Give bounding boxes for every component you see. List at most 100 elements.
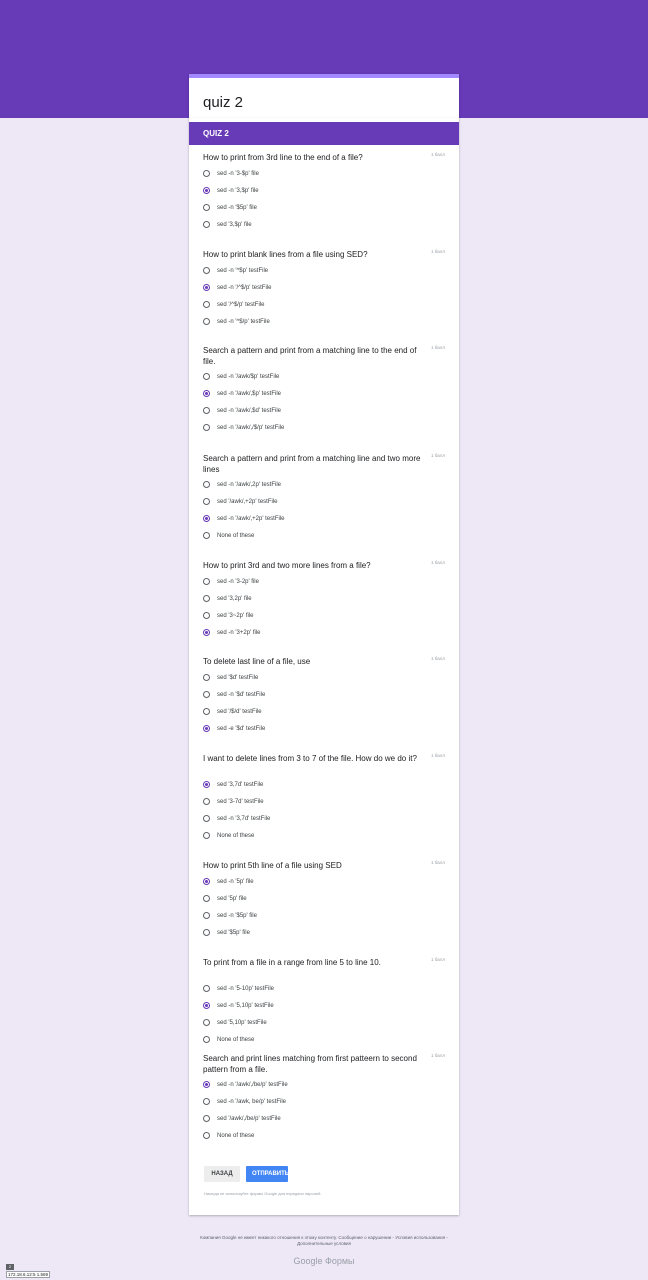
radio-checked-icon[interactable] [203,390,210,397]
answer-option[interactable]: sed -n '/awk/,$p' testFile [203,389,443,401]
question-points: 1 балл [431,753,445,758]
radio-unchecked-icon[interactable] [203,832,210,839]
option-label: sed -n '/awk/,2p' testFile [217,482,281,488]
answer-option[interactable]: None of these [203,831,443,843]
question-title: How to print from 3rd line to the end of… [203,153,363,162]
radio-unchecked-icon[interactable] [203,498,210,505]
radio-unchecked-icon[interactable] [203,1098,210,1105]
option-label: sed -n '/^$/p' testFile [217,285,272,291]
answer-option[interactable]: sed -n '/awk/,/be/p' testFile [203,1080,443,1092]
answer-option[interactable]: sed '$5p' file [203,928,443,940]
answer-option[interactable]: sed -n '/awk/,+2p' testFile [203,514,443,526]
password-warning: Никогда не используйте формы Google для … [204,1191,322,1196]
answer-option[interactable]: None of these [203,1131,443,1143]
option-label: sed '5,10p' testFile [217,1020,267,1026]
radio-unchecked-icon[interactable] [203,1115,210,1122]
radio-unchecked-icon[interactable] [203,674,210,681]
answer-option[interactable]: sed -n '$5p' file [203,203,443,215]
answer-option[interactable]: sed '3~2p' file [203,611,443,623]
radio-unchecked-icon[interactable] [203,204,210,211]
radio-checked-icon[interactable] [203,1002,210,1009]
answer-option[interactable]: None of these [203,531,443,543]
additional-terms-link[interactable]: Дополнительные условия [297,1241,351,1246]
answer-option[interactable]: sed -n '3+2p' file [203,628,443,640]
corner-badge: 2 [6,1264,14,1270]
radio-unchecked-icon[interactable] [203,532,210,539]
answer-option[interactable]: sed -n '5,10p' testFile [203,1001,443,1013]
question-points: 1 балл [431,656,445,661]
radio-unchecked-icon[interactable] [203,481,210,488]
back-button[interactable]: НАЗАД [204,1166,240,1182]
radio-unchecked-icon[interactable] [203,578,210,585]
radio-unchecked-icon[interactable] [203,1036,210,1043]
radio-checked-icon[interactable] [203,1081,210,1088]
question-title: Search a pattern and print from a matchi… [203,454,421,474]
radio-unchecked-icon[interactable] [203,815,210,822]
radio-unchecked-icon[interactable] [203,407,210,414]
radio-unchecked-icon[interactable] [203,221,210,228]
answer-option[interactable]: sed -e '$d' testFile [203,724,443,736]
answer-option[interactable]: sed '/awk/,+2p' testFile [203,497,443,509]
answer-option[interactable]: sed -n '/awk/$p' testFile [203,372,443,384]
answer-option[interactable]: sed -n '/awk/,$d' testFile [203,406,443,418]
radio-checked-icon[interactable] [203,781,210,788]
option-label: None of these [217,1133,255,1139]
option-label: sed -n '^$/p' testFile [217,319,270,325]
radio-unchecked-icon[interactable] [203,267,210,274]
radio-unchecked-icon[interactable] [203,798,210,805]
answer-option[interactable]: sed -n '3-2p' file [203,577,443,589]
answer-option[interactable]: sed '3,2p' file [203,594,443,606]
answer-option[interactable]: sed -n '3,7d' testFile [203,814,443,826]
answer-option[interactable]: sed -n '/awk/,2p' testFile [203,480,443,492]
radio-unchecked-icon[interactable] [203,301,210,308]
radio-unchecked-icon[interactable] [203,424,210,431]
radio-checked-icon[interactable] [203,515,210,522]
question-points: 1 балл [431,345,445,350]
answer-option[interactable]: sed '3,7d' testFile [203,780,443,792]
radio-checked-icon[interactable] [203,187,210,194]
radio-unchecked-icon[interactable] [203,985,210,992]
radio-unchecked-icon[interactable] [203,912,210,919]
radio-unchecked-icon[interactable] [203,373,210,380]
answer-option[interactable]: sed '3-7d' testFile [203,797,443,809]
option-label: sed '5p' file [217,896,247,902]
answer-option[interactable]: sed -n '/^$/p' testFile [203,283,443,295]
answer-option[interactable]: sed '/^$/p' testFile [203,300,443,312]
answer-option[interactable]: sed '5,10p' testFile [203,1018,443,1030]
radio-unchecked-icon[interactable] [203,1019,210,1026]
answer-option[interactable]: sed -n '$5p' file [203,911,443,923]
radio-checked-icon[interactable] [203,629,210,636]
answer-option[interactable]: sed -n '3-$p' file [203,169,443,181]
radio-unchecked-icon[interactable] [203,929,210,936]
question-points: 1 балл [431,453,445,458]
radio-unchecked-icon[interactable] [203,595,210,602]
answer-option[interactable]: sed '5p' file [203,894,443,906]
radio-unchecked-icon[interactable] [203,170,210,177]
radio-unchecked-icon[interactable] [203,691,210,698]
answer-option[interactable]: sed '/awk/,/be/p' testFile [203,1114,443,1126]
answer-option[interactable]: sed -n '/awk, be/p' testFile [203,1097,443,1109]
answer-option[interactable]: sed -n '5p' file [203,877,443,889]
radio-unchecked-icon[interactable] [203,612,210,619]
radio-unchecked-icon[interactable] [203,895,210,902]
radio-unchecked-icon[interactable] [203,708,210,715]
answer-option[interactable]: sed '$d' testFile [203,673,443,685]
answer-option[interactable]: sed -n '^$/p' testFile [203,317,443,329]
answer-option[interactable]: sed '3,$p' file [203,220,443,232]
option-label: sed '/awk/,+2p' testFile [217,499,278,505]
radio-unchecked-icon[interactable] [203,318,210,325]
terms-link[interactable]: Условия использования [395,1235,445,1240]
answer-option[interactable]: None of these [203,1035,443,1047]
answer-option[interactable]: sed -n '^$p' testFile [203,266,443,278]
answer-option[interactable]: sed -n '$d' testFile [203,690,443,702]
answer-option[interactable]: sed -n '/awk/,/$/p' testFile [203,423,443,435]
radio-checked-icon[interactable] [203,878,210,885]
radio-checked-icon[interactable] [203,284,210,291]
answer-option[interactable]: sed -n '5-10p' testFile [203,984,443,996]
radio-checked-icon[interactable] [203,725,210,732]
submit-button[interactable]: ОТПРАВИТЬ [246,1166,289,1182]
radio-unchecked-icon[interactable] [203,1132,210,1139]
report-abuse-link[interactable]: Сообщение о нарушении [338,1235,391,1240]
answer-option[interactable]: sed -n '3,$p' file [203,186,443,198]
answer-option[interactable]: sed '/$/d' testFile [203,707,443,719]
